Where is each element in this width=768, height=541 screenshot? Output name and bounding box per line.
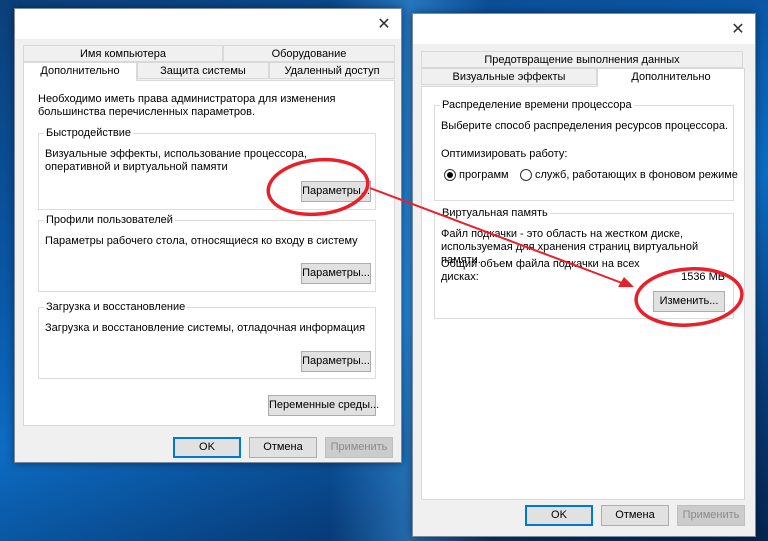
apply-button[interactable]: Применить bbox=[677, 505, 745, 526]
user-profiles-title: Профили пользователей bbox=[44, 213, 175, 227]
user-profiles-group: Профили пользователей Параметры рабочего… bbox=[38, 213, 376, 292]
tab-advanced[interactable]: Дополнительно bbox=[597, 68, 745, 87]
performance-group: Быстродействие Визуальные эффекты, испол… bbox=[38, 126, 376, 210]
tab-row-bottom: Дополнительно Защита системы Удаленный д… bbox=[23, 62, 395, 81]
startup-recovery-group: Загрузка и восстановление Загрузка и вос… bbox=[38, 300, 376, 379]
apply-button[interactable]: Применить bbox=[325, 437, 393, 458]
cancel-button[interactable]: Отмена bbox=[601, 505, 669, 526]
radio-background-services[interactable] bbox=[520, 169, 532, 181]
virtual-memory-title: Виртуальная память bbox=[440, 206, 550, 220]
tab-computer-name[interactable]: Имя компьютера bbox=[23, 45, 223, 62]
paging-total-label: Общий объем файла подкачки на всех диска… bbox=[441, 258, 640, 283]
user-profiles-desc: Параметры рабочего стола, относящиеся ко… bbox=[45, 235, 358, 247]
performance-settings-button[interactable]: Параметры... bbox=[301, 181, 371, 202]
cancel-button[interactable]: Отмена bbox=[249, 437, 317, 458]
performance-title: Быстродействие bbox=[44, 126, 133, 140]
ok-button[interactable]: OK bbox=[173, 437, 241, 458]
tab-advanced[interactable]: Дополнительно bbox=[23, 62, 137, 81]
title-bar: ✕ bbox=[413, 14, 755, 44]
tab-row-top: Предотвращение выполнения данных bbox=[421, 51, 743, 68]
cpu-scheduling-desc: Выберите способ распределения ресурсов п… bbox=[441, 120, 729, 132]
tab-hardware[interactable]: Оборудование bbox=[223, 45, 395, 62]
close-icon[interactable]: ✕ bbox=[725, 18, 751, 40]
startup-recovery-desc: Загрузка и восстановление системы, отлад… bbox=[45, 322, 366, 334]
startup-recovery-title: Загрузка и восстановление bbox=[44, 300, 188, 314]
cpu-scheduling-group: Распределение времени процессора Выберит… bbox=[434, 98, 738, 201]
tab-system-protection[interactable]: Защита системы bbox=[137, 62, 269, 79]
tab-page-advanced: Необходимо иметь права администратора дл… bbox=[23, 80, 395, 426]
title-bar: ✕ bbox=[15, 9, 401, 39]
user-profiles-settings-button[interactable]: Параметры... bbox=[301, 263, 371, 284]
close-icon[interactable]: ✕ bbox=[371, 13, 397, 35]
admin-note: Необходимо иметь права администратора дл… bbox=[38, 93, 336, 118]
radio-programs-label: программ bbox=[459, 169, 509, 181]
cpu-scheduling-title: Распределение времени процессора bbox=[440, 98, 634, 112]
optimize-label: Оптимизировать работу: bbox=[441, 148, 568, 160]
tab-page-advanced: Распределение времени процессора Выберит… bbox=[421, 86, 745, 500]
tab-row-bottom: Визуальные эффекты Дополнительно bbox=[421, 68, 745, 87]
system-properties-dialog: ✕ Имя компьютера Оборудование Дополнител… bbox=[14, 8, 402, 463]
virtual-memory-group: Виртуальная память Файл подкачки - это о… bbox=[434, 206, 734, 319]
radio-background-services-label: служб, работающих в фоновом режиме bbox=[535, 169, 738, 181]
performance-desc: Визуальные эффекты, использование процес… bbox=[45, 148, 307, 173]
environment-variables-button[interactable]: Переменные среды... bbox=[268, 395, 379, 416]
change-virtual-memory-button[interactable]: Изменить... bbox=[653, 291, 725, 312]
startup-recovery-settings-button[interactable]: Параметры... bbox=[301, 351, 371, 372]
performance-options-dialog: ✕ Предотвращение выполнения данных Визуа… bbox=[412, 13, 756, 537]
tab-remote[interactable]: Удаленный доступ bbox=[269, 62, 395, 79]
ok-button[interactable]: OK bbox=[525, 505, 593, 526]
radio-programs[interactable] bbox=[444, 169, 456, 181]
tab-dep[interactable]: Предотвращение выполнения данных bbox=[421, 51, 743, 68]
tab-visual-effects[interactable]: Визуальные эффекты bbox=[421, 68, 597, 85]
paging-total-value: 1536 МБ bbox=[681, 271, 725, 283]
tab-row-top: Имя компьютера Оборудование bbox=[23, 45, 395, 62]
